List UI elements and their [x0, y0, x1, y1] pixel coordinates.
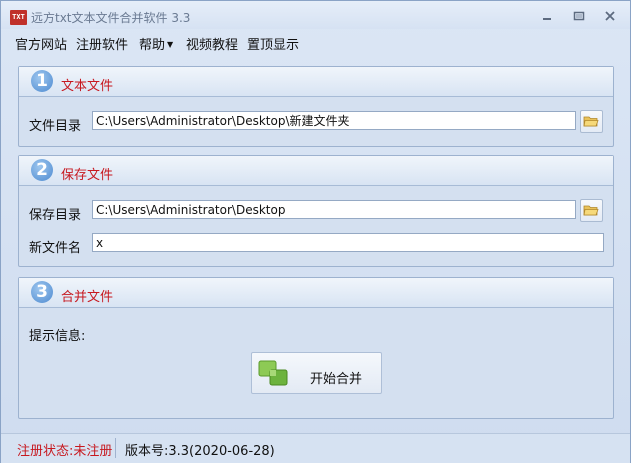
folder-open-icon [583, 205, 599, 216]
folder-open-icon [583, 116, 599, 127]
status-divider [115, 438, 116, 458]
section-title: 合并文件 [61, 290, 114, 305]
step-number-badge: 2 [31, 159, 53, 181]
new-filename-label: 新文件名 [29, 241, 82, 256]
menu-official-site[interactable]: 官方网站 [15, 34, 67, 53]
save-dir-input[interactable]: C:\Users\Administrator\Desktop [92, 200, 576, 219]
menu-pin-top[interactable]: 置顶显示 [247, 34, 299, 53]
registration-status: 注册状态:未注册 [17, 444, 113, 459]
version-info: 版本号:3.3(2020-06-28) [125, 444, 275, 459]
menu-help[interactable]: 帮助 ▼ [139, 34, 173, 53]
menu-bar: 官方网站 注册软件 帮助 ▼ 视频教程 置顶显示 [1, 34, 630, 54]
start-merge-button[interactable]: 开始合并 [251, 352, 382, 394]
section-save-file: 2 保存文件 保存目录 C:\Users\Administrator\Deskt… [18, 155, 614, 267]
minimize-button[interactable] [539, 8, 555, 24]
merge-squares-icon [258, 360, 288, 386]
menu-help-label: 帮助 [139, 38, 166, 53]
app-icon: TXT [10, 10, 27, 25]
section-text-files: 1 文本文件 文件目录 C:\Users\Administrator\Deskt… [18, 66, 614, 147]
source-dir-label: 文件目录 [29, 119, 82, 134]
app-window: TXT 远方txt文本文件合并软件 3.3 官方网站 注册软件 帮助 ▼ 视频教程… [0, 0, 631, 463]
section-merge-files: 3 合并文件 提示信息: [18, 277, 614, 419]
title-bar[interactable]: TXT 远方txt文本文件合并软件 3.3 [1, 1, 630, 29]
info-label: 提示信息: [29, 329, 86, 344]
restore-button[interactable] [571, 8, 587, 24]
browse-source-button[interactable] [580, 110, 603, 133]
chevron-down-icon: ▼ [167, 40, 174, 49]
restore-icon [573, 11, 585, 21]
browse-save-button[interactable] [580, 199, 603, 222]
section-title: 保存文件 [61, 168, 114, 183]
section-header: 2 保存文件 [19, 156, 613, 186]
window-title: 远方txt文本文件合并软件 3.3 [31, 11, 191, 25]
step-number-badge: 1 [31, 70, 53, 92]
section-header: 1 文本文件 [19, 67, 613, 97]
close-icon [605, 11, 615, 21]
minimize-icon [543, 18, 551, 20]
source-dir-input[interactable]: C:\Users\Administrator\Desktop\新建文件夹 [92, 111, 576, 130]
status-bar: 注册状态:未注册 版本号:3.3(2020-06-28) [1, 433, 630, 463]
step-number-badge: 3 [31, 281, 53, 303]
new-filename-input[interactable]: x [92, 233, 604, 252]
section-header: 3 合并文件 [19, 278, 613, 308]
section-title: 文本文件 [61, 79, 114, 94]
start-merge-label: 开始合并 [310, 372, 363, 387]
menu-register[interactable]: 注册软件 [76, 34, 128, 53]
save-dir-label: 保存目录 [29, 208, 82, 223]
close-button[interactable] [602, 8, 618, 24]
menu-video-tutorial[interactable]: 视频教程 [186, 34, 238, 53]
